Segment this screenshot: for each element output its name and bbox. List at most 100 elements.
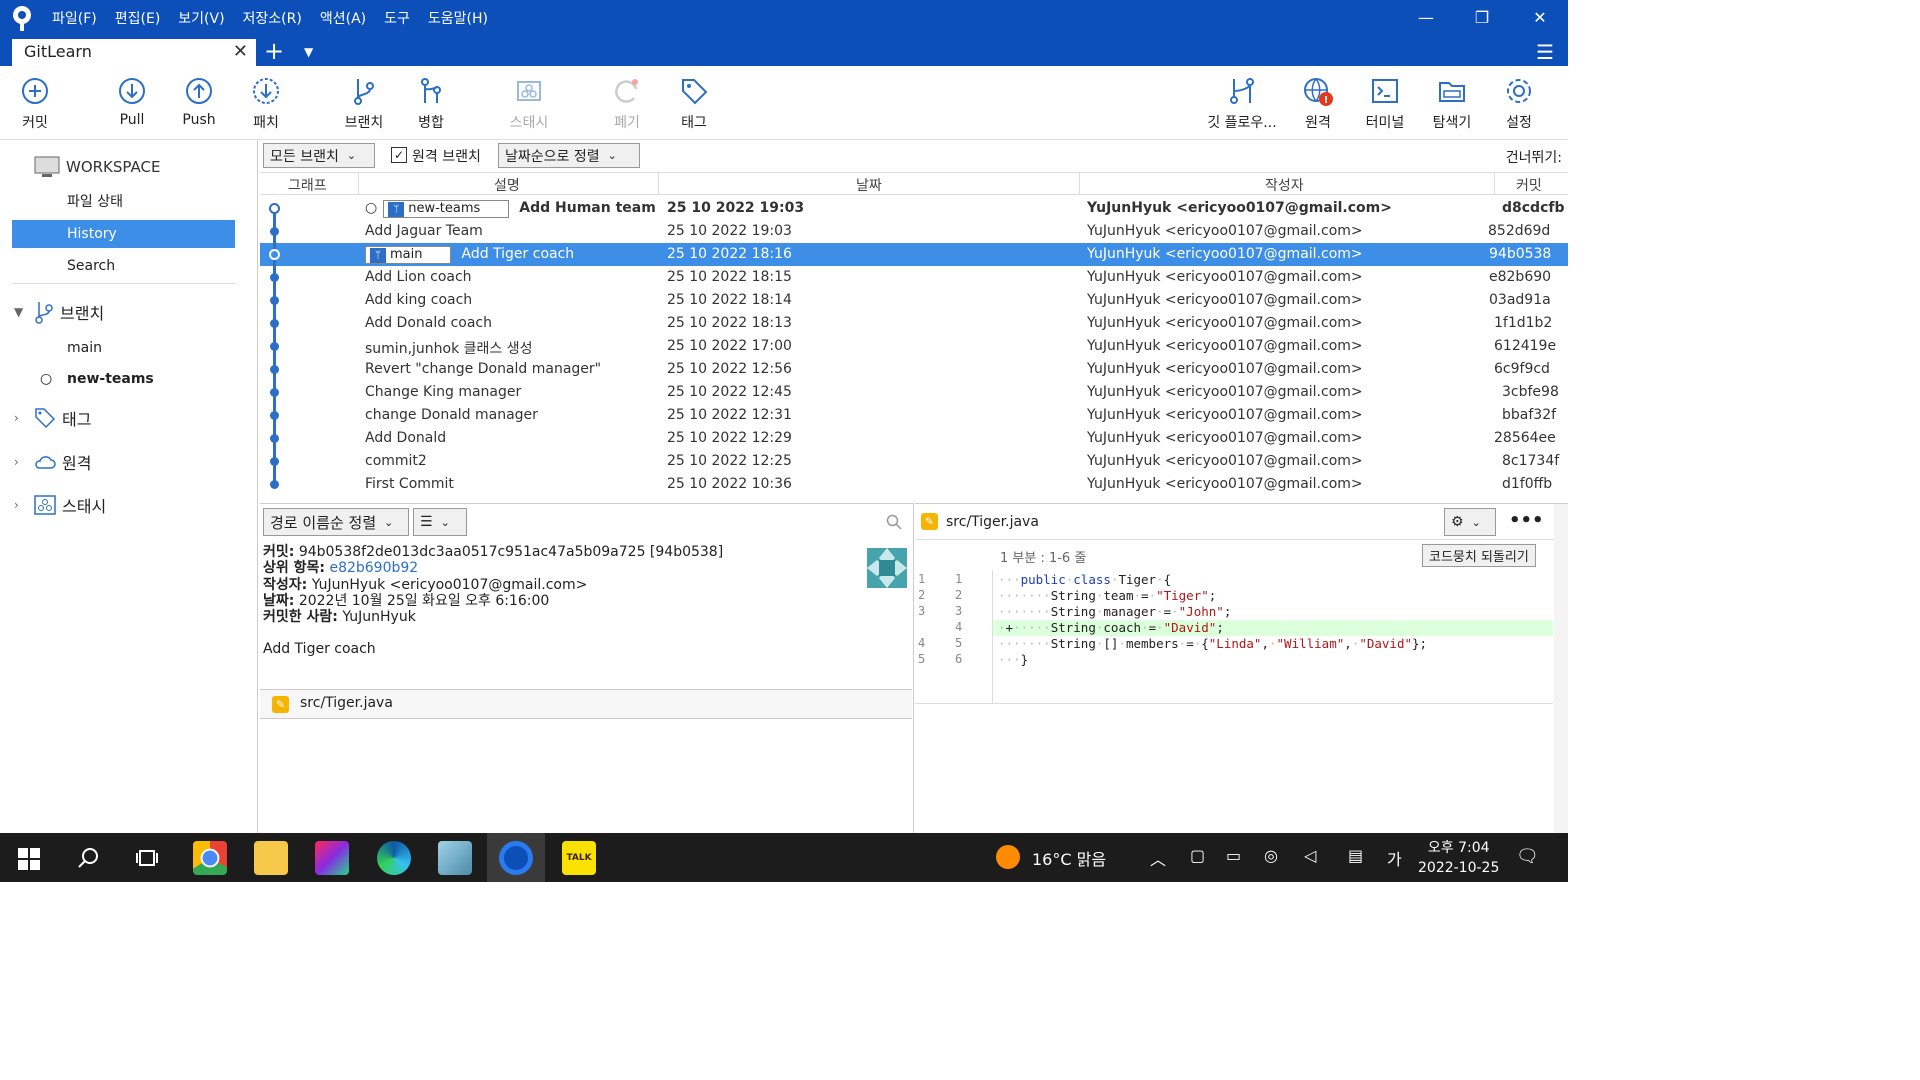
remote-button[interactable]: ! 원격 (1283, 76, 1353, 132)
minimize-button[interactable]: — (1414, 6, 1438, 30)
commit-row[interactable]: Add Jaguar Team 25 10 2022 19:03 YuJunHy… (260, 220, 1568, 243)
edge-icon[interactable] (377, 841, 411, 875)
patch-button[interactable]: 패치 (231, 76, 301, 132)
sidebar-section-branches[interactable]: ▼ 브랜치 (14, 300, 104, 324)
windows-start-icon[interactable] (18, 848, 40, 870)
chrome-icon[interactable] (193, 841, 227, 875)
commit-button[interactable]: 커밋 (0, 76, 70, 132)
menu-repository[interactable]: 저장소(R) (243, 8, 302, 28)
notepad-icon[interactable] (438, 841, 472, 875)
more-options-icon[interactable]: ••• (1509, 510, 1544, 531)
stash-button[interactable]: 스태시 (494, 76, 564, 132)
sidebar-section-stashes[interactable]: › 스태시 (14, 493, 106, 517)
explorer-button[interactable]: 탐색기 (1417, 76, 1487, 132)
changed-file-row[interactable]: ✎ src/Tiger.java (260, 689, 912, 719)
col-description[interactable]: 설명 (494, 175, 520, 195)
push-button[interactable]: Push (164, 76, 234, 128)
meet-icon[interactable]: ▢ (1190, 846, 1205, 865)
terminal-button[interactable]: 터미널 (1350, 76, 1420, 132)
git-flow-button[interactable]: 깃 플로우... (1200, 76, 1284, 132)
commit-row[interactable]: commit2 25 10 2022 12:25 YuJunHyuk <eric… (260, 450, 1568, 473)
volume-icon[interactable]: ◁ (1304, 846, 1316, 865)
diff-scrollbar[interactable] (1554, 504, 1568, 834)
display-icon[interactable]: ▤ (1348, 846, 1363, 865)
menu-actions[interactable]: 액션(A) (320, 8, 366, 28)
commit-row[interactable]: Add Donald 25 10 2022 12:29 YuJunHyuk <e… (260, 427, 1568, 450)
merge-icon (421, 78, 441, 103)
sidebar-item-search[interactable]: Search (12, 252, 235, 280)
discard-button[interactable]: 폐기 (592, 76, 662, 132)
file-explorer-icon[interactable] (254, 841, 288, 875)
commit-row-selected[interactable]: ᛘ main Add Tiger coach 25 10 2022 18:16 Yu… (260, 243, 1568, 266)
branch-filter-dropdown[interactable]: 모든 브랜치 ⌄ (263, 143, 375, 168)
sidebar-item-history[interactable]: History (12, 220, 235, 248)
commit-date: 25 10 2022 10:36 (667, 476, 792, 492)
menu-help[interactable]: 도움말(H) (428, 8, 488, 28)
commit-row[interactable]: sumin,junhok 클래스 생성 25 10 2022 17:00 YuJ… (260, 335, 1568, 358)
commit-author: YuJunHyuk <ericyoo0107@gmail.com> (1087, 200, 1392, 216)
restore-button[interactable]: ❐ (1470, 6, 1494, 30)
commit-row[interactable]: First Commit 25 10 2022 10:36 YuJunHyuk … (260, 473, 1568, 496)
task-view-icon[interactable] (136, 847, 158, 869)
chevron-up-icon[interactable]: ︿ (1150, 846, 1166, 870)
battery-icon[interactable]: ▭ (1226, 846, 1241, 865)
col-author[interactable]: 작성자 (1265, 175, 1304, 195)
commit-row[interactable]: ○ ᛘ new-teams Add Human team 25 10 2022 19:… (260, 197, 1568, 220)
commit-row[interactable]: Change King manager 25 10 2022 12:45 YuJ… (260, 381, 1568, 404)
pull-button[interactable]: Pull (97, 76, 167, 128)
sidebar-section-remotes[interactable]: › 원격 (14, 450, 91, 474)
hamburger-menu-icon[interactable]: ☰ (1536, 38, 1554, 66)
sourcetree-icon[interactable] (499, 841, 533, 875)
menu-view[interactable]: 보기(V) (178, 8, 224, 28)
clock[interactable]: 오후 7:04 2022-10-25 (1418, 838, 1499, 878)
commit-row[interactable]: Add king coach 25 10 2022 18:14 YuJunHyu… (260, 289, 1568, 312)
col-divider[interactable] (1494, 173, 1495, 195)
tab-repository[interactable]: GitLearn ✕ (12, 39, 256, 66)
settings-button[interactable]: 설정 (1484, 76, 1554, 132)
col-graph[interactable]: 그래프 (288, 175, 327, 195)
sidebar-branch-new-teams[interactable]: ○ new-teams (12, 365, 235, 393)
search-icon[interactable] (78, 847, 100, 869)
sidebar-branch-main[interactable]: main (12, 334, 235, 362)
revert-hunk-button[interactable]: 코드뭉치 되돌리기 (1422, 544, 1536, 567)
commit-hash: 28564ee (1494, 430, 1556, 446)
notification-icon[interactable]: 🗨 (1516, 846, 1539, 867)
view-mode-dropdown[interactable]: ☰ ⌄ (413, 508, 467, 536)
sort-dropdown[interactable]: 날짜순으로 정렬 ⌄ (498, 143, 640, 168)
remote-branch-checkbox[interactable]: ✓ (391, 147, 407, 163)
terminal-icon (1372, 79, 1398, 103)
intellij-icon[interactable] (315, 841, 349, 875)
close-tab-icon[interactable]: ✕ (233, 41, 248, 62)
col-date[interactable]: 날짜 (856, 175, 882, 195)
sidebar-section-tags[interactable]: › 태그 (14, 406, 91, 430)
col-divider[interactable] (1079, 173, 1080, 195)
ime-indicator[interactable]: 가 (1387, 846, 1402, 870)
commit-row[interactable]: Revert "change Donald manager" 25 10 202… (260, 358, 1568, 381)
menu-edit[interactable]: 편집(E) (115, 8, 161, 28)
code-line: ·······String·manager·=·"John"; (998, 604, 1232, 619)
path-sort-dropdown[interactable]: 경로 이름순 정렬 ⌄ (263, 508, 409, 536)
menu-file[interactable]: 파일(F) (52, 8, 97, 28)
new-tab-button[interactable]: + (264, 36, 284, 66)
network-globe-icon[interactable]: ◎ (1264, 846, 1278, 865)
search-icon[interactable] (886, 514, 902, 530)
col-commit[interactable]: 커밋 (1516, 175, 1542, 195)
parent-commit-link[interactable]: e82b690b92 (329, 560, 418, 576)
col-divider[interactable] (658, 173, 659, 195)
menu-tools[interactable]: 도구 (384, 8, 410, 28)
close-window-button[interactable]: ✕ (1528, 6, 1552, 30)
commit-row[interactable]: change Donald manager 25 10 2022 12:31 Y… (260, 404, 1568, 427)
col-divider[interactable] (358, 173, 359, 195)
kakaotalk-icon[interactable]: TALK (562, 841, 596, 875)
chevron-down-icon: ⌄ (1471, 515, 1481, 529)
sidebar-item-file-status[interactable]: 파일 상태 (12, 188, 235, 216)
commit-row[interactable]: Add Lion coach 25 10 2022 18:15 YuJunHyu… (260, 266, 1568, 289)
branch-button[interactable]: 브랜치 (329, 76, 399, 132)
merge-button[interactable]: 병합 (396, 76, 466, 132)
tab-dropdown-icon[interactable]: ▼ (304, 38, 313, 66)
sourcetree-logo-icon (13, 6, 31, 31)
commit-row[interactable]: Add Donald coach 25 10 2022 18:13 YuJunH… (260, 312, 1568, 335)
diff-options-dropdown[interactable]: ⚙ ⌄ (1444, 508, 1496, 536)
tag-button[interactable]: 태그 (659, 76, 729, 132)
weather-text[interactable]: 16°C 맑음 (1032, 846, 1106, 870)
